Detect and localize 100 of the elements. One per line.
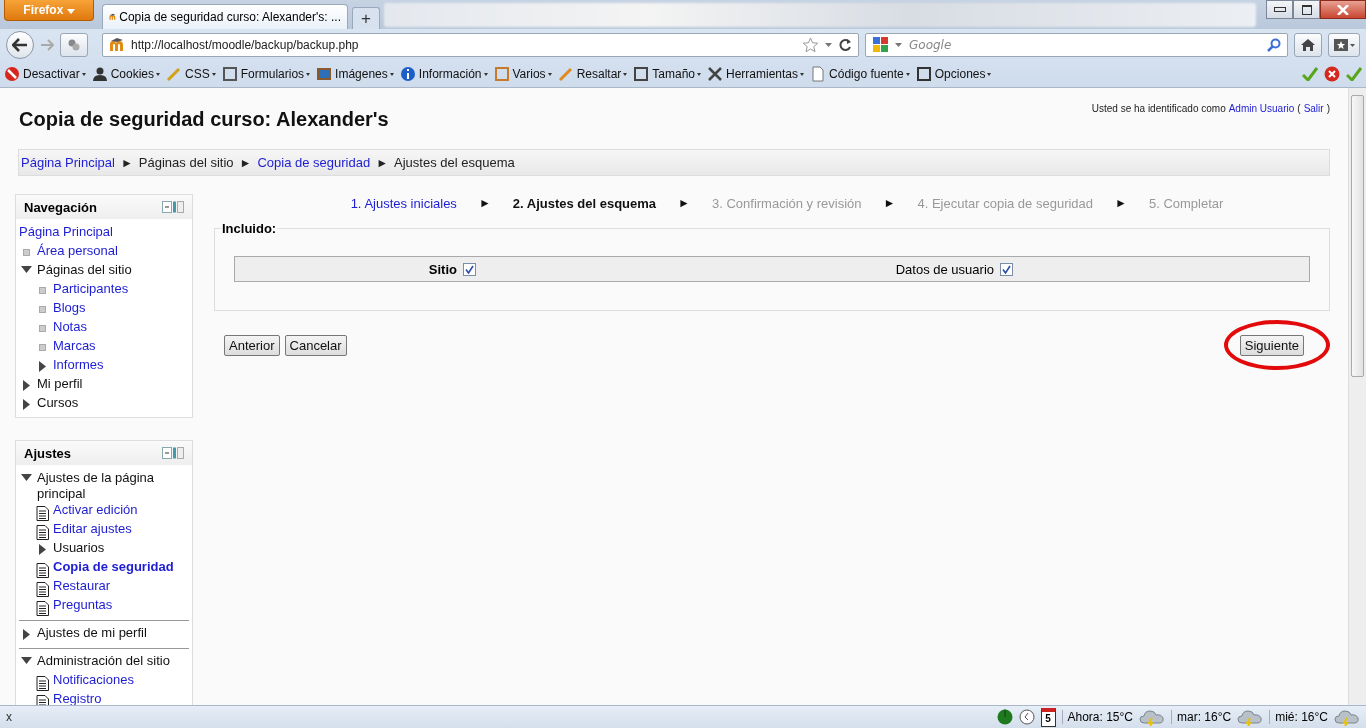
caret-icon[interactable]: [895, 43, 902, 47]
scrollbar[interactable]: [1348, 88, 1366, 705]
tree-label[interactable]: Ajustes de mi perfil: [37, 625, 147, 641]
check-icon[interactable]: [1346, 67, 1362, 81]
cloud-icon: [1139, 708, 1165, 726]
caret-icon[interactable]: [825, 43, 832, 47]
block-controls-icon[interactable]: [162, 447, 184, 459]
collapsed-triangle-icon[interactable]: [23, 399, 30, 410]
weather-reading: mar: 16°C: [1171, 710, 1232, 724]
form-button[interactable]: Siguiente: [1239, 335, 1304, 356]
tree-link[interactable]: Blogs: [53, 300, 86, 316]
no-entry-icon: [4, 66, 20, 82]
logout-paren: (: [1297, 103, 1301, 114]
weather-reading: Ahora: 15°C: [1061, 710, 1133, 724]
toolbar-menu-button[interactable]: Tamaño: [633, 66, 701, 82]
tree-link[interactable]: Copia de seguridad: [53, 559, 174, 575]
restore-icon: [1301, 4, 1312, 15]
weather-reading: mié: 16°C: [1269, 710, 1328, 724]
search-icon[interactable]: [1267, 38, 1281, 52]
checkbox[interactable]: [1000, 262, 1013, 276]
tree-link[interactable]: Restaurar: [53, 578, 111, 594]
collapsed-triangle-icon[interactable]: [23, 380, 30, 391]
tree-link[interactable]: Marcas: [53, 338, 96, 354]
error-icon[interactable]: [1324, 66, 1340, 82]
checkmark-icon: [465, 264, 474, 274]
toolbar-menu-button[interactable]: CSS: [166, 66, 216, 82]
bookmarks-button[interactable]: [1328, 33, 1360, 57]
browser-tab[interactable]: Copia de seguridad curso: Alexander's: ...: [102, 4, 348, 29]
close-addon-bar-button[interactable]: x: [6, 710, 12, 724]
toolbar-menu-button[interactable]: Resaltar: [557, 66, 628, 82]
new-tab-button[interactable]: +: [352, 7, 380, 29]
tree-link[interactable]: Notas: [53, 319, 87, 335]
toolbar-menu-button[interactable]: Formularios: [221, 66, 311, 82]
page-heading: Copia de seguridad curso: Alexander's: [19, 108, 389, 131]
toolbar-menu-button[interactable]: Código fuente: [810, 66, 910, 82]
collapsed-triangle-icon[interactable]: [23, 629, 30, 640]
step-label: 2. Ajustes del esquema: [512, 196, 657, 211]
step-separator: ►: [1115, 196, 1127, 211]
expanded-triangle-icon[interactable]: [21, 474, 32, 481]
toolbar-menu-button[interactable]: Varios: [493, 66, 552, 82]
bookmarks-icon: [1333, 38, 1355, 52]
breadcrumb-link[interactable]: Página Principal: [21, 155, 115, 170]
home-button[interactable]: [1294, 33, 1322, 57]
reload-icon[interactable]: [838, 38, 852, 52]
breadcrumb-link[interactable]: Copia de seguridad: [257, 155, 371, 170]
image-icon: [316, 66, 333, 82]
tree-label[interactable]: Mi perfil: [37, 376, 83, 392]
tree-link[interactable]: Página Principal: [19, 224, 113, 240]
tree-label[interactable]: Páginas del sitio: [37, 262, 132, 278]
minimize-button[interactable]: [1266, 0, 1293, 19]
setting-label: Datos de usuario: [895, 261, 994, 277]
expanded-triangle-icon[interactable]: [21, 266, 32, 273]
toolbar-menu-button[interactable]: Opciones: [915, 66, 992, 82]
toolbar-menu-button[interactable]: Desactivar: [4, 66, 86, 82]
address-field[interactable]: http://localhost/moodle/backup/backup.php: [102, 33, 859, 57]
tree-label[interactable]: Usuarios: [53, 540, 105, 556]
logout-link[interactable]: Salir: [1303, 103, 1324, 114]
tree-link[interactable]: Preguntas: [53, 597, 113, 613]
form-button[interactable]: Anterior: [224, 335, 280, 356]
cloud-icon: [1334, 708, 1360, 726]
back-button[interactable]: [6, 31, 34, 59]
toolbar-menu-button[interactable]: Herramientas: [707, 66, 805, 82]
search-input[interactable]: Google: [907, 37, 1262, 53]
tools-icon: [707, 66, 723, 82]
collapsed-triangle-icon[interactable]: [39, 361, 46, 372]
moodle-icon: [109, 38, 125, 52]
tree-link[interactable]: Registro: [53, 691, 102, 705]
toolbar-menu-button[interactable]: Cookies: [91, 66, 161, 82]
tree-link[interactable]: Área personal: [37, 243, 118, 259]
tree-link[interactable]: Editar ajustes: [53, 521, 132, 537]
search-field[interactable]: Google: [865, 33, 1288, 57]
tree-label[interactable]: Ajustes de la página principal: [37, 470, 189, 502]
form-button[interactable]: Cancelar: [284, 335, 347, 356]
setting-label: Sitio: [428, 261, 457, 277]
minimize-icon: [1273, 7, 1286, 12]
info-icon: [399, 66, 416, 82]
step-label[interactable]: 1. Ajustes iniciales: [350, 196, 457, 211]
expanded-triangle-icon[interactable]: [21, 657, 32, 664]
collapsed-triangle-icon[interactable]: [39, 544, 46, 555]
step-label: 3. Confirmación y revisión: [711, 196, 862, 211]
caret-icon: [66, 9, 75, 14]
google-icon[interactable]: [872, 36, 890, 54]
toolbar-menu-button[interactable]: Imágenes: [316, 66, 394, 82]
tree-link[interactable]: Notificaciones: [53, 672, 134, 688]
breadcrumb-item: Ajustes del esquema: [394, 155, 515, 170]
feed-button[interactable]: [60, 33, 88, 57]
tree-link[interactable]: Participantes: [53, 281, 129, 297]
tree-label[interactable]: Cursos: [37, 395, 79, 411]
breadcrumb-item: Páginas del sitio: [138, 155, 234, 170]
close-button[interactable]: [1320, 0, 1366, 19]
tree-label[interactable]: Administración del sitio: [37, 653, 170, 669]
user-link[interactable]: Admin Usuario: [1228, 103, 1295, 114]
restore-button[interactable]: [1293, 0, 1320, 19]
checkbox[interactable]: [463, 262, 476, 276]
block-controls-icon[interactable]: [162, 201, 184, 213]
tree-link[interactable]: Activar edición: [53, 502, 138, 518]
tree-link[interactable]: Informes: [53, 357, 104, 373]
star-icon[interactable]: [802, 37, 819, 53]
check-icon[interactable]: [1302, 67, 1318, 81]
toolbar-menu-button[interactable]: Información: [399, 66, 488, 82]
